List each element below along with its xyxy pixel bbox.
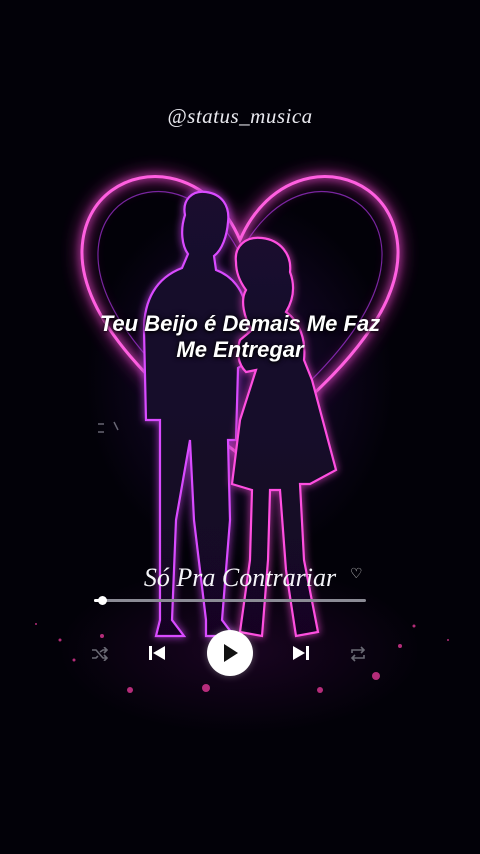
lyric-line-1: Teu Beijo é Demais Me Faz bbox=[99, 311, 381, 336]
play-button[interactable] bbox=[207, 630, 253, 676]
progress-bar[interactable] bbox=[94, 596, 366, 605]
previous-icon[interactable] bbox=[146, 642, 168, 664]
heart-icon[interactable]: ♡ bbox=[350, 565, 363, 582]
next-icon[interactable] bbox=[290, 642, 312, 664]
lyric-line-2: Me Entregar bbox=[176, 337, 304, 362]
account-handle: @status_musica bbox=[167, 104, 313, 128]
repeat-icon[interactable] bbox=[346, 642, 370, 666]
song-title: Só Pra Contrariar bbox=[143, 563, 337, 592]
play-icon bbox=[224, 644, 238, 662]
shuffle-icon[interactable] bbox=[88, 642, 112, 666]
lyric-text: Teu Beijo é Demais Me Faz Me Entregar bbox=[0, 311, 480, 363]
sparkle-lines bbox=[98, 421, 119, 433]
player-controls bbox=[0, 628, 480, 678]
